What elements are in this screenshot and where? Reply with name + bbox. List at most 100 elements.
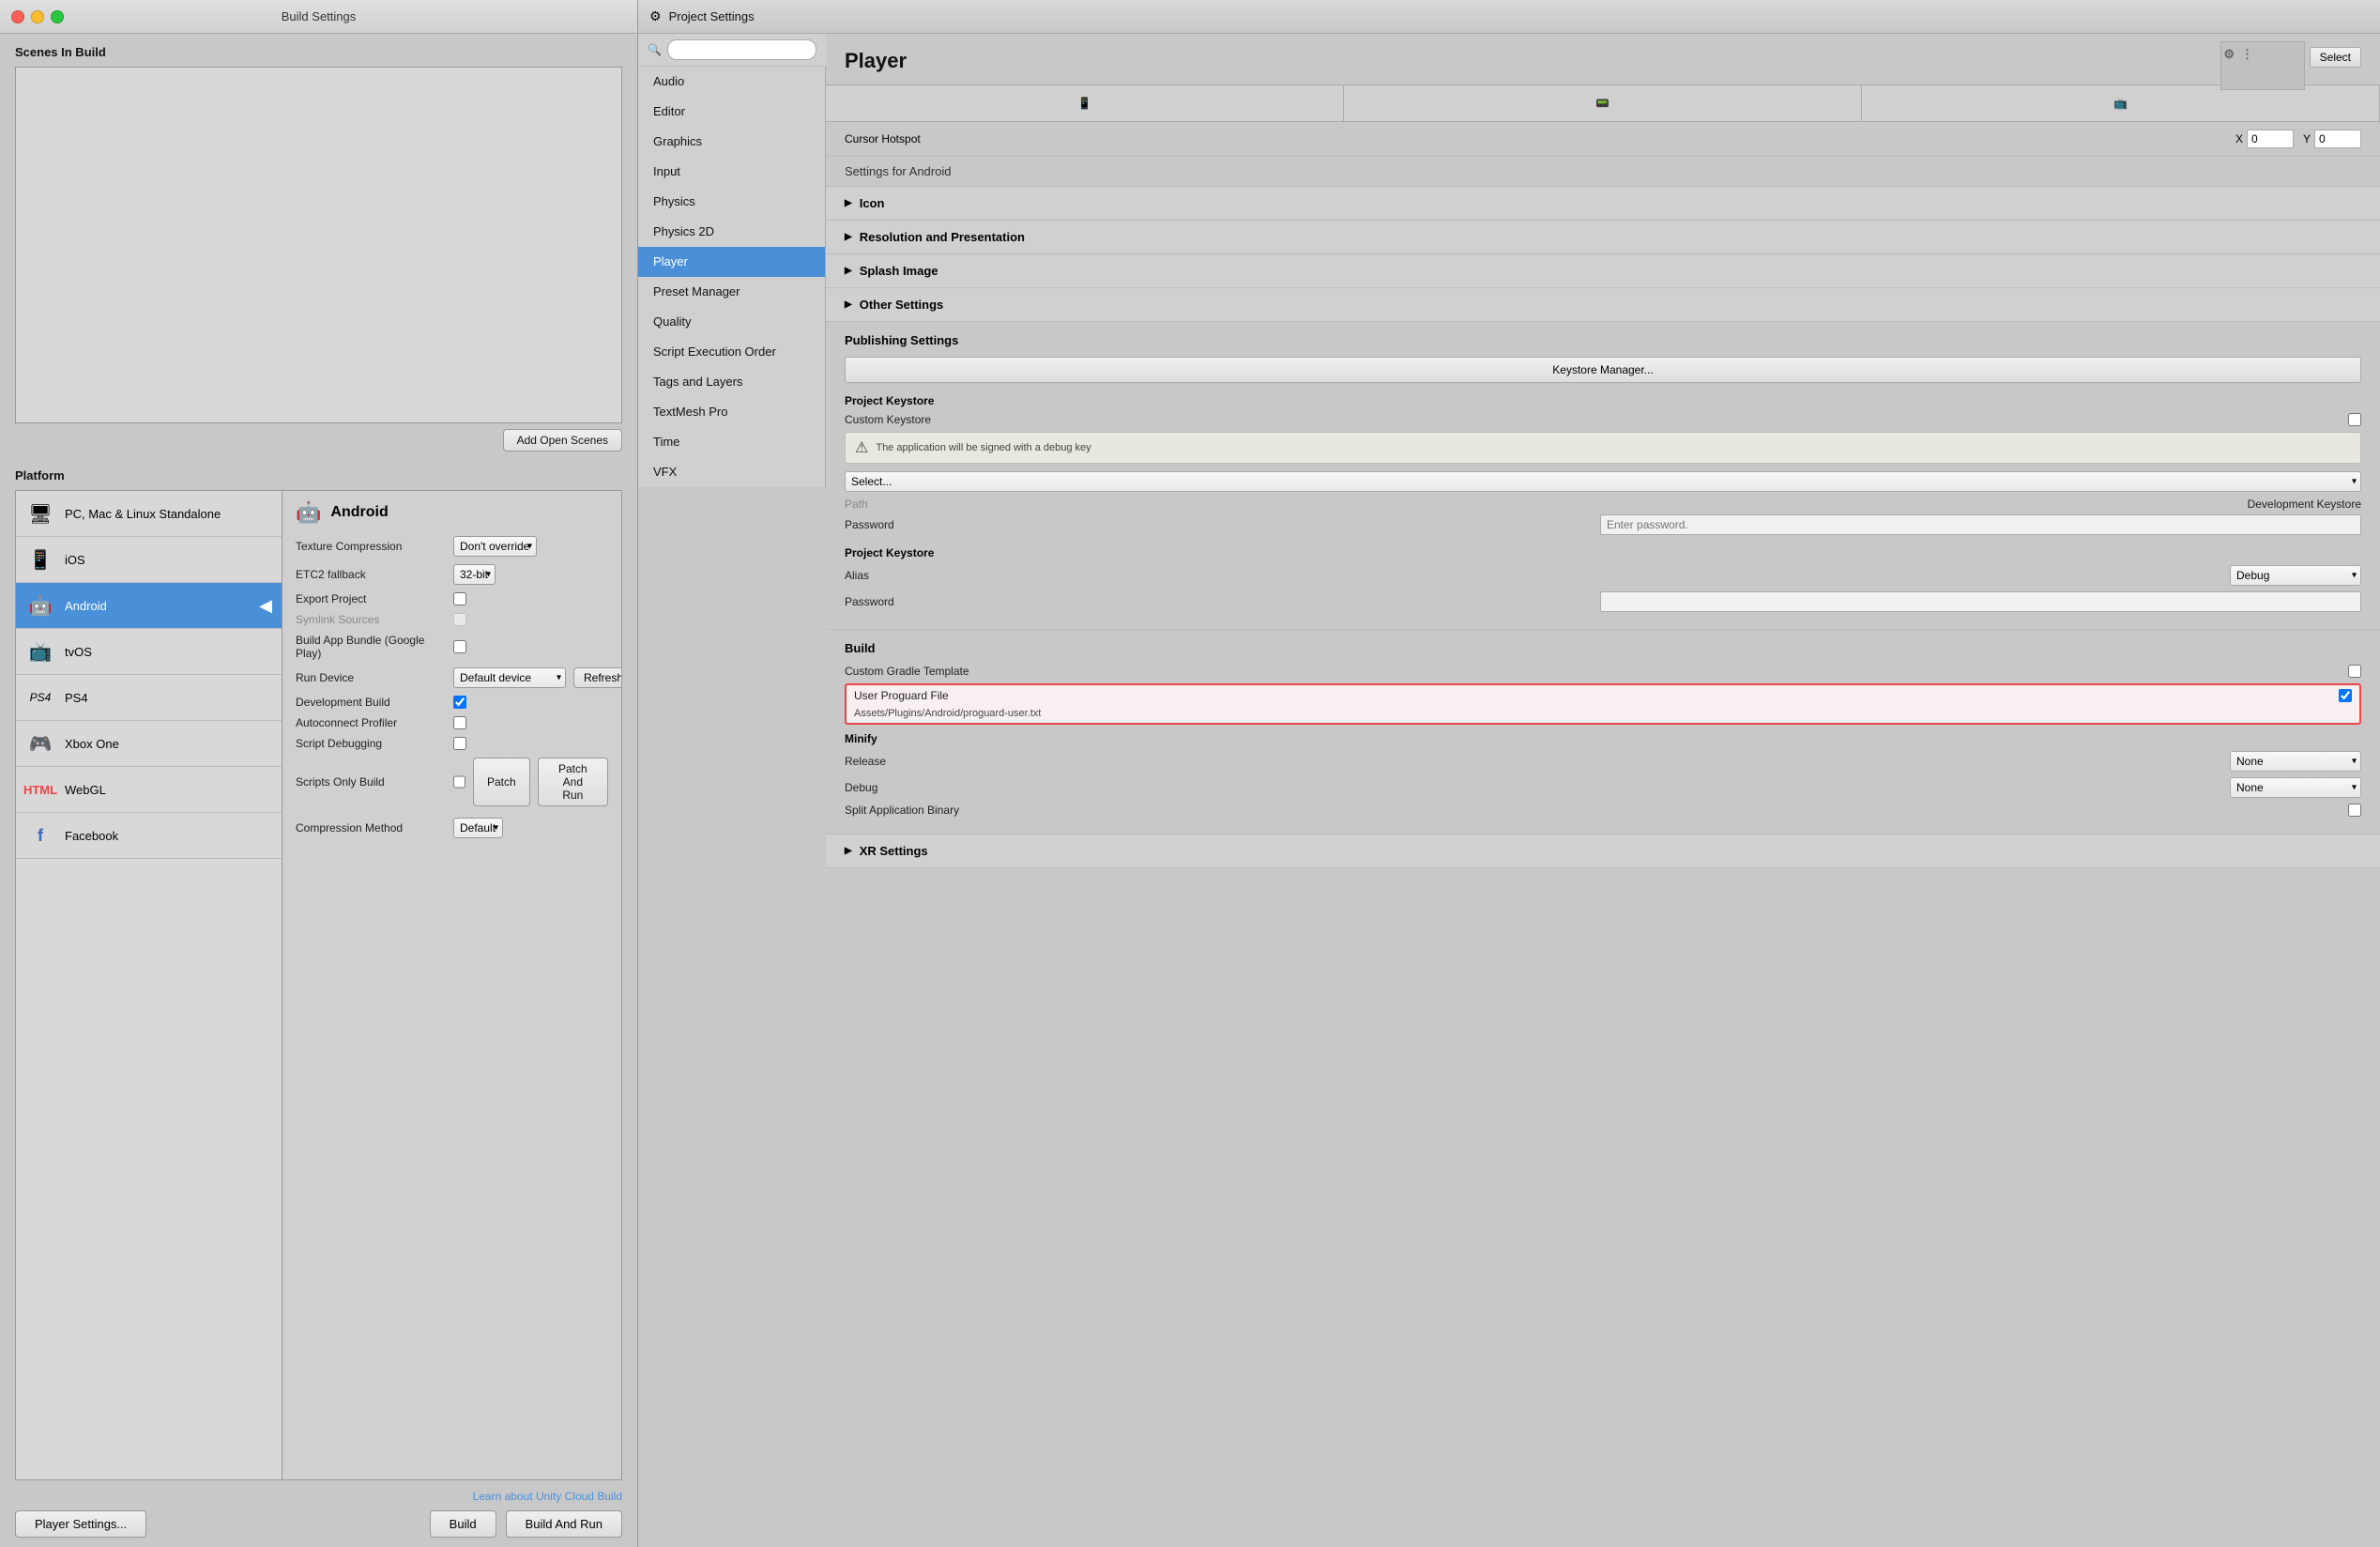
platform-item-facebook[interactable]: f Facebook	[16, 813, 282, 859]
refresh-button[interactable]: Refresh	[573, 667, 622, 688]
sidebar-item-physics[interactable]: Physics	[638, 187, 825, 217]
sidebar-item-tags-and-layers[interactable]: Tags and Layers	[638, 367, 825, 397]
platform-item-ios[interactable]: 📱 iOS	[16, 537, 282, 583]
sidebar-item-time[interactable]: Time	[638, 427, 825, 457]
gear-icon[interactable]: ⚙	[2223, 47, 2235, 62]
player-settings-button[interactable]: Player Settings...	[15, 1510, 146, 1538]
project-keystore-title: Project Keystore	[845, 394, 2361, 407]
platform-tab-tv[interactable]: 📺	[1862, 85, 2380, 121]
platform-item-xboxone[interactable]: 🎮 Xbox One	[16, 721, 282, 767]
user-proguard-checkbox[interactable]	[2339, 689, 2352, 702]
close-button[interactable]	[11, 10, 24, 23]
autoconnect-profiler-checkbox[interactable]	[453, 716, 466, 729]
platform-item-ps4[interactable]: PS4 PS4	[16, 675, 282, 721]
sidebar-item-editor[interactable]: Editor	[638, 97, 825, 127]
keystore-manager-button[interactable]: Keystore Manager...	[845, 357, 2361, 383]
key-password-input[interactable]	[1600, 591, 2361, 612]
development-build-checkbox[interactable]	[453, 696, 466, 709]
tablet-icon: 📟	[1595, 97, 1610, 110]
keystore-select-wrapper: Select...	[845, 471, 2361, 492]
sidebar-item-input[interactable]: Input	[638, 157, 825, 187]
ps-sidebar: Audio Editor Graphics Input Physics Phys…	[638, 67, 826, 487]
alias-label: Alias	[845, 569, 2222, 582]
platform-name-ps4: PS4	[65, 691, 88, 705]
custom-keystore-checkbox[interactable]	[2348, 413, 2361, 426]
platform-area: 🖥 PC, Mac & Linux Standalone 📱 iOS 🤖 And…	[15, 490, 622, 1480]
splash-image-section-header[interactable]: Splash Image	[826, 254, 2380, 288]
more-options-icon[interactable]: ⋮	[2241, 47, 2253, 62]
cursor-hotspot-row: Cursor Hotspot X 0 Y 0	[826, 122, 2380, 157]
platform-tab-tablet[interactable]: 📟	[1344, 85, 1862, 121]
compression-method-select[interactable]: Default	[453, 818, 503, 838]
ps4-icon: PS4	[25, 682, 55, 712]
android-platform-settings: 🤖 Android Texture Compression Don't over…	[282, 490, 622, 1480]
platform-item-standalone[interactable]: 🖥 PC, Mac & Linux Standalone	[16, 491, 282, 537]
keystore-password-row: Password	[845, 514, 2361, 535]
select-icon-button[interactable]: Select	[2310, 47, 2361, 68]
maximize-button[interactable]	[51, 10, 64, 23]
symlink-sources-checkbox[interactable]	[453, 613, 466, 626]
add-open-scenes-button[interactable]: Add Open Scenes	[503, 429, 622, 452]
patch-button[interactable]: Patch	[473, 758, 530, 806]
learn-unity-cloud-link[interactable]: Learn about Unity Cloud Build	[15, 1490, 622, 1503]
custom-gradle-checkbox[interactable]	[2348, 665, 2361, 678]
project-key-title: Project Keystore	[845, 546, 2361, 559]
compression-method-label: Compression Method	[296, 821, 446, 835]
sidebar-item-textmesh-pro[interactable]: TextMesh Pro	[638, 397, 825, 427]
sidebar-item-player[interactable]: Player	[638, 247, 825, 277]
keystore-password-input[interactable]	[1600, 514, 2361, 535]
user-proguard-section: User Proguard File Assets/Plugins/Androi…	[845, 683, 2361, 725]
platform-name-xboxone: Xbox One	[65, 737, 119, 751]
xr-settings-section-header[interactable]: XR Settings	[826, 835, 2380, 868]
run-device-select[interactable]: Default device	[453, 667, 566, 688]
sidebar-item-audio[interactable]: Audio	[638, 67, 825, 97]
resolution-section-header[interactable]: Resolution and Presentation	[826, 221, 2380, 254]
patch-and-run-button[interactable]: Patch And Run	[538, 758, 608, 806]
webgl-icon: HTML	[25, 774, 55, 804]
platform-item-webgl[interactable]: HTML WebGL	[16, 767, 282, 813]
sidebar-item-physics2d[interactable]: Physics 2D	[638, 217, 825, 247]
sidebar-item-vfx[interactable]: VFX	[638, 457, 825, 487]
export-project-checkbox[interactable]	[453, 592, 466, 605]
coord-y-field: Y 0	[2303, 130, 2361, 148]
ps-sidebar-container: 🔍 Audio Editor Graphics Input Physics Ph…	[638, 34, 826, 1547]
scripts-only-build-row: Scripts Only Build Patch Patch And Run	[296, 758, 608, 806]
build-button[interactable]: Build	[430, 1510, 496, 1538]
split-app-binary-checkbox[interactable]	[2348, 804, 2361, 817]
cursor-hotspot-y-input[interactable]: 0	[2314, 130, 2361, 148]
build-app-bundle-checkbox[interactable]	[453, 640, 466, 653]
sidebar-item-preset-manager[interactable]: Preset Manager	[638, 277, 825, 307]
debug-select[interactable]: None	[2230, 777, 2361, 798]
splash-image-section-label: Splash Image	[860, 264, 938, 278]
key-password-row: Password	[845, 591, 2361, 612]
minimize-button[interactable]	[31, 10, 44, 23]
platform-tab-phone[interactable]: 📱	[826, 85, 1344, 121]
etc2-fallback-select[interactable]: 32-bit	[453, 564, 496, 585]
release-select[interactable]: None	[2230, 751, 2361, 772]
patch-buttons-row: Patch Patch And Run	[473, 758, 608, 806]
ps-search-bar: 🔍	[638, 34, 826, 67]
scripts-only-build-checkbox[interactable]	[453, 775, 465, 789]
ps-main-content: Player Select ⚙ ⋮ 📱 📟 📺	[826, 34, 2380, 1547]
other-settings-section-header[interactable]: Other Settings	[826, 288, 2380, 322]
texture-compression-select[interactable]: Don't override	[453, 536, 537, 557]
user-proguard-label: User Proguard File	[854, 689, 2331, 702]
sidebar-item-script-execution-order[interactable]: Script Execution Order	[638, 337, 825, 367]
other-settings-section-label: Other Settings	[860, 298, 944, 312]
platform-list: 🖥 PC, Mac & Linux Standalone 📱 iOS 🤖 And…	[15, 490, 282, 1480]
keystore-select[interactable]: Select...	[845, 471, 2361, 492]
build-and-run-button[interactable]: Build And Run	[506, 1510, 622, 1538]
platform-item-android[interactable]: 🤖 Android ◀	[16, 583, 282, 629]
alias-select[interactable]: Debug	[2230, 565, 2361, 586]
icon-section-header[interactable]: Icon	[826, 187, 2380, 221]
run-device-select-wrapper: Default device	[453, 667, 566, 688]
script-debugging-row: Script Debugging	[296, 737, 608, 750]
platform-item-tvos[interactable]: 📺 tvOS	[16, 629, 282, 675]
sidebar-item-graphics[interactable]: Graphics	[638, 127, 825, 157]
xboxone-icon: 🎮	[25, 728, 55, 758]
ps-search-input[interactable]	[667, 39, 816, 60]
cursor-hotspot-x-input[interactable]: 0	[2247, 130, 2294, 148]
keystore-path-row: Path Development Keystore	[845, 498, 2361, 511]
sidebar-item-quality[interactable]: Quality	[638, 307, 825, 337]
script-debugging-checkbox[interactable]	[453, 737, 466, 750]
